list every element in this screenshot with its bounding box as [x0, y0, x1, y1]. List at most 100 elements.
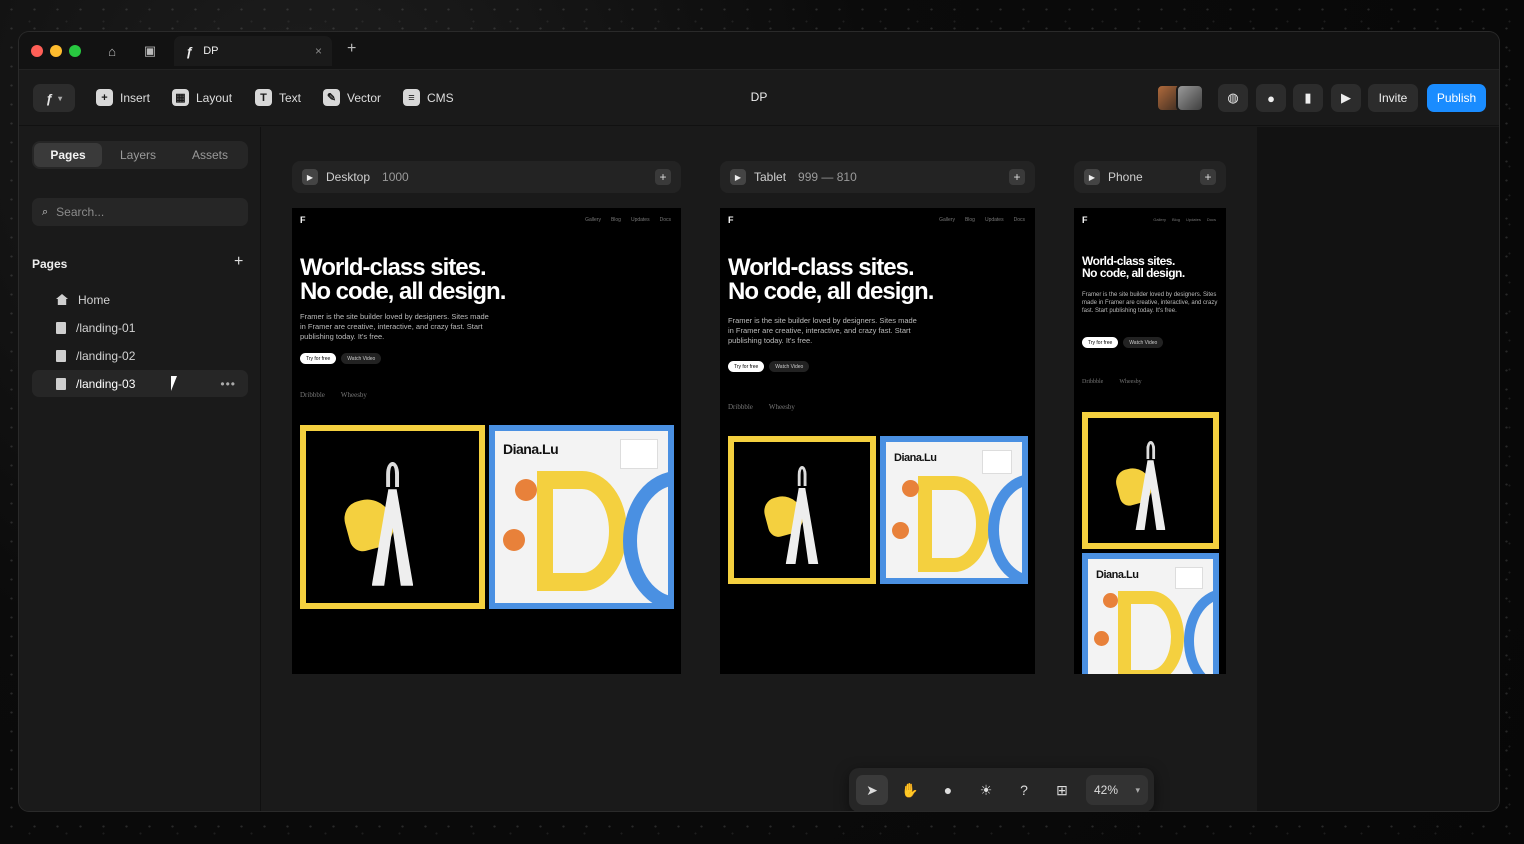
page-item-landing-02[interactable]: /landing-02 — [32, 342, 248, 369]
vector-button[interactable]: ✎ Vector — [323, 89, 381, 106]
zoom-value: 42% — [1094, 783, 1119, 797]
page-item-landing-01[interactable]: /landing-01 — [32, 314, 248, 341]
theme-sun-icon[interactable]: ☀ — [970, 775, 1002, 805]
try-free-button[interactable]: Try for free — [728, 361, 765, 372]
add-page-button[interactable]: + — [234, 253, 243, 271]
nav-item[interactable]: Blog — [1172, 217, 1180, 222]
play-icon[interactable]: ▶ — [302, 169, 318, 185]
left-sidebar: Pages Layers Assets ⌕ Search... Pages + … — [19, 127, 261, 811]
tab-layers[interactable]: Layers — [104, 143, 172, 167]
project-card-tag[interactable] — [300, 425, 485, 609]
nav-item[interactable]: Updates — [985, 217, 1004, 223]
logo-strip: Dribbble Wheesby — [300, 391, 367, 399]
nav-item[interactable]: Gallery — [939, 217, 955, 223]
hero-line: No code, all design. — [300, 278, 506, 305]
tab-close-icon[interactable]: × — [315, 44, 322, 58]
tablet-frame[interactable]: F Gallery Blog Updates Docs World-class … — [720, 208, 1035, 674]
framer-menu-button[interactable]: ƒ ▾ — [33, 84, 75, 112]
play-icon[interactable]: ▶ — [1084, 169, 1100, 185]
card-title: Diana.Lu — [503, 441, 559, 457]
new-tab-button[interactable]: + — [347, 40, 356, 58]
search-input[interactable]: ⌕ Search... — [32, 198, 248, 226]
select-tool-icon[interactable]: ➤ — [856, 775, 888, 805]
phone-frame[interactable]: F Gallery Blog Updates Docs World-class … — [1074, 208, 1226, 674]
hand-tool-icon[interactable]: ✋ — [894, 775, 926, 805]
project-card-tag[interactable] — [728, 436, 876, 584]
hero-buttons: Try for free Watch Video — [300, 353, 382, 364]
close-window-button[interactable] — [31, 45, 43, 57]
nav-item[interactable]: Docs — [1207, 217, 1216, 222]
play-icon[interactable]: ▶ — [730, 169, 746, 185]
client-logo: Wheesby — [340, 391, 367, 399]
app-window: ⌂ ▣ ƒ DP × + ƒ ▾ + Insert ▦ Layout T Tex… — [19, 32, 1499, 811]
breakpoint-header-phone[interactable]: ▶ Phone + — [1074, 161, 1226, 193]
add-breakpoint-button[interactable]: + — [1009, 169, 1025, 185]
invite-button[interactable]: Invite — [1368, 84, 1418, 112]
watch-video-button[interactable]: Watch Video — [769, 361, 810, 372]
watch-video-button[interactable]: Watch Video — [1123, 337, 1164, 348]
plus-icon: + — [96, 89, 113, 106]
project-card-diana[interactable]: Diana.Lu — [1082, 553, 1219, 674]
nav-item[interactable]: Blog — [965, 217, 975, 223]
breakpoint-header-tablet[interactable]: ▶ Tablet 999 — 810 + — [720, 161, 1035, 193]
breakpoint-name: Tablet — [754, 170, 787, 184]
page-icon — [56, 349, 66, 362]
inbox-icon[interactable]: ▣ — [132, 39, 168, 63]
settings-icon[interactable]: ● — [1256, 84, 1286, 112]
insert-label: Insert — [120, 90, 151, 105]
hero-description: Framer is the site builder loved by desi… — [1082, 292, 1218, 315]
framer-logo-icon: ƒ — [45, 90, 54, 106]
comment-icon[interactable]: ● — [932, 775, 964, 805]
project-card-tag[interactable] — [1082, 412, 1219, 549]
collaborator-avatars[interactable] — [1156, 84, 1204, 112]
mouse-cursor-icon — [171, 376, 183, 391]
cms-button[interactable]: ≡ CMS — [403, 89, 454, 106]
site-nav: Gallery Blog Updates Docs — [939, 217, 1025, 223]
nav-item[interactable]: Gallery — [585, 217, 601, 223]
home-icon[interactable]: ⌂ — [94, 39, 130, 63]
tab-assets[interactable]: Assets — [175, 143, 245, 167]
layout-button[interactable]: ▦ Layout — [172, 89, 232, 106]
zoom-window-button[interactable] — [69, 45, 81, 57]
project-card-diana[interactable]: Diana.Lu — [880, 436, 1028, 584]
tag-illustration — [760, 466, 823, 565]
nav-item[interactable]: Docs — [1014, 217, 1025, 223]
tag-illustration — [340, 461, 419, 586]
canvas[interactable]: ▶ Desktop 1000 + F Gallery Blog Updates … — [262, 127, 1257, 811]
hero-description: Framer is the site builder loved by desi… — [300, 312, 489, 342]
tag-illustration — [1112, 440, 1170, 531]
publish-button[interactable]: Publish — [1427, 84, 1486, 112]
breakpoint-header-desktop[interactable]: ▶ Desktop 1000 + — [292, 161, 681, 193]
tab-pages[interactable]: Pages — [34, 143, 102, 167]
nav-item[interactable]: Gallery — [1153, 217, 1166, 222]
layout-label: Layout — [196, 90, 233, 105]
orange-dot — [503, 529, 525, 551]
page-item-home[interactable]: Home — [32, 286, 248, 313]
add-breakpoint-button[interactable]: + — [1200, 169, 1216, 185]
nav-item[interactable]: Docs — [660, 217, 671, 223]
analytics-icon[interactable]: ▮ — [1293, 84, 1323, 112]
page-item-landing-03[interactable]: /landing-03 ••• — [32, 370, 248, 397]
nav-item[interactable]: Updates — [631, 217, 650, 223]
insert-button[interactable]: + Insert — [96, 89, 150, 106]
nav-item[interactable]: Updates — [1186, 217, 1201, 222]
page-icon — [56, 321, 66, 334]
try-free-button[interactable]: Try for free — [1082, 337, 1119, 348]
try-free-button[interactable]: Try for free — [300, 353, 337, 364]
watch-video-button[interactable]: Watch Video — [341, 353, 382, 364]
tab-dp[interactable]: ƒ DP × — [174, 36, 332, 66]
help-icon[interactable]: ? — [1008, 775, 1040, 805]
desktop-frame[interactable]: F Gallery Blog Updates Docs World-class … — [292, 208, 681, 674]
grid-icon[interactable]: ⊞ — [1046, 775, 1078, 805]
globe-icon[interactable]: ◍ — [1218, 84, 1248, 112]
breakpoint-size: 999 — 810 — [798, 170, 857, 184]
preview-play-icon[interactable]: ▶ — [1331, 84, 1361, 112]
project-card-diana[interactable]: Diana.Lu — [489, 425, 674, 609]
more-options-icon[interactable]: ••• — [220, 377, 236, 391]
zoom-select[interactable]: 42% ▾ — [1086, 775, 1148, 805]
text-button[interactable]: T Text — [255, 89, 301, 106]
nav-item[interactable]: Blog — [611, 217, 621, 223]
add-breakpoint-button[interactable]: + — [655, 169, 671, 185]
minimize-window-button[interactable] — [50, 45, 62, 57]
avatar[interactable] — [1176, 84, 1204, 112]
